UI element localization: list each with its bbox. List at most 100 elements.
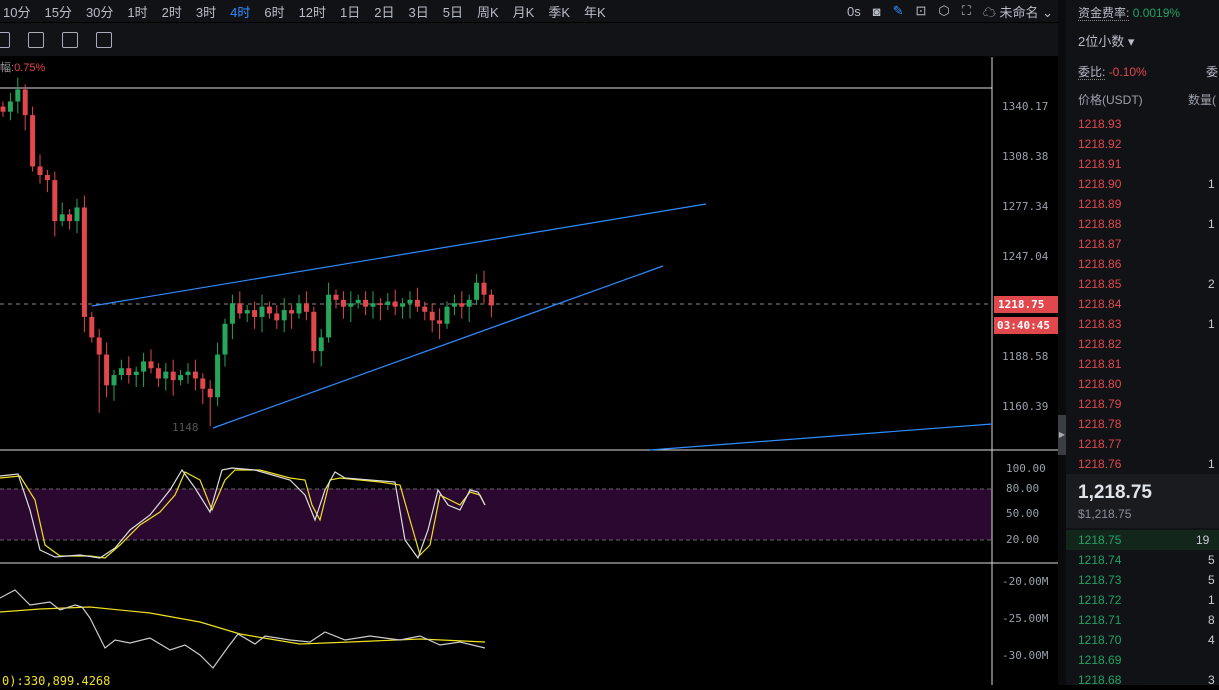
ask-row[interactable]: 1218.77 [1078, 434, 1219, 454]
ask-row[interactable]: 1218.86 [1078, 254, 1219, 274]
quantity: 1 [1208, 217, 1215, 231]
candle-down [52, 180, 58, 222]
ask-row[interactable]: 1218.83 1 [1078, 314, 1219, 334]
price: 1218.89 [1078, 197, 1122, 211]
interval-12时[interactable]: 12时 [296, 2, 326, 21]
price: 1218.86 [1078, 257, 1122, 271]
candle-down [422, 306, 428, 312]
ask-row[interactable]: 1218.84 [1078, 294, 1219, 314]
layout-name: 未命名 [999, 4, 1039, 20]
interval-4时[interactable]: 4时 [227, 2, 250, 21]
chart-area[interactable]: 幅:0.75% 1340.17 1308.38 1277.34 1247.04 1188… [0, 57, 1058, 688]
interval-3时[interactable]: 3时 [193, 2, 216, 21]
change-value: 0.75% [14, 62, 46, 74]
ask-row[interactable]: 1218.87 [1078, 234, 1219, 254]
bid-row[interactable]: 1218.70 4 [1078, 630, 1219, 650]
trash-icon[interactable] [96, 31, 112, 48]
ask-row[interactable]: 1218.80 [1078, 374, 1219, 394]
candle-up [222, 323, 228, 355]
interval-15分[interactable]: 15分 [41, 2, 71, 21]
settings-icon[interactable]: ⬡ [938, 3, 949, 19]
ask-row[interactable]: 1218.89 [1078, 194, 1219, 214]
interval-30分[interactable]: 30分 [83, 2, 113, 21]
quantity: 5 [1208, 553, 1215, 567]
ask-row[interactable]: 1218.93 [1078, 114, 1219, 134]
pencil-icon[interactable]: ✎ [893, 3, 904, 19]
bid-row[interactable]: 1218.68 3 [1078, 670, 1219, 690]
ask-row[interactable]: 1218.88 1 [1078, 214, 1219, 234]
candle-down [155, 368, 161, 379]
interval-10分[interactable]: 10分 [0, 2, 30, 21]
quantity: 1 [1208, 177, 1215, 191]
col-price: 价格(USDT) [1078, 93, 1143, 107]
interval-周K[interactable]: 周K [474, 2, 499, 21]
ask-row[interactable]: 1218.81 [1078, 354, 1219, 374]
panel-divider[interactable] [1058, 0, 1066, 685]
ask-row[interactable]: 1218.78 [1078, 414, 1219, 434]
collapse-arrow-icon[interactable]: ▶ [1058, 415, 1066, 455]
candle-down [459, 303, 465, 307]
bid-row[interactable]: 1218.71 8 [1078, 610, 1219, 630]
bid-row[interactable]: 1218.72 1 [1078, 590, 1219, 610]
candle-up [370, 303, 376, 307]
interval-2日[interactable]: 2日 [371, 2, 394, 21]
indicator-readout: 0):330,899.4268 [2, 674, 111, 688]
interval-6时[interactable]: 6时 [261, 2, 284, 21]
interval-年K[interactable]: 年K [581, 2, 606, 21]
price: 1218.69 [1078, 653, 1122, 667]
chart-svg[interactable] [0, 57, 1058, 685]
candle-up [400, 303, 406, 307]
ask-row[interactable]: 1218.91 [1078, 154, 1219, 174]
ask-row[interactable]: 1218.85 2 [1078, 274, 1219, 294]
add-panel-icon[interactable]: ⊡ [915, 3, 926, 19]
interval-季K[interactable]: 季K [545, 2, 570, 21]
cloud-layout-button[interactable]: ☁ 未命名 ⌄ [983, 2, 1053, 21]
countdown: 0s [846, 3, 861, 19]
decimal-select[interactable]: 2位小数 ▾ [1078, 32, 1219, 52]
lock-icon[interactable] [0, 31, 10, 48]
ratio-label: 委比: [1078, 65, 1106, 80]
quantity: 1 [1208, 317, 1215, 331]
interval-1日[interactable]: 1日 [337, 2, 360, 21]
interval-5日[interactable]: 5日 [440, 2, 463, 21]
candle-down [333, 294, 339, 300]
stoch-tick: 100.00 [1006, 462, 1046, 475]
bid-row[interactable]: 1218.73 5 [1078, 570, 1219, 590]
price-tick: 1308.38 [1002, 150, 1049, 163]
candle-up [326, 294, 332, 338]
price: 1218.88 [1078, 217, 1122, 231]
price: 1218.77 [1078, 437, 1122, 451]
indicator-ma-line [0, 606, 486, 645]
quantity: 8 [1208, 613, 1215, 627]
candle-up [133, 371, 139, 376]
interval-1时[interactable]: 1时 [124, 2, 147, 21]
bid-row[interactable]: 1218.69 [1078, 650, 1219, 670]
quantity: 3 [1208, 673, 1215, 687]
candle-up [348, 303, 354, 307]
ask-row[interactable]: 1218.76 1 [1078, 454, 1219, 474]
ask-row[interactable]: 1218.79 [1078, 394, 1219, 414]
candle-down [44, 174, 50, 181]
order-book: 资金费率: 0.0019% 2位小数 ▾ 委比: -0.10% 委 价格(USDT… [1066, 0, 1219, 687]
edit-note-icon[interactable] [62, 31, 78, 48]
quantity: 4 [1208, 633, 1215, 647]
ask-row[interactable]: 1218.82 [1078, 334, 1219, 354]
bid-row[interactable]: 1218.75 19 [1066, 530, 1219, 550]
ask-row[interactable]: 1218.90 1 [1078, 174, 1219, 194]
ask-row[interactable]: 1218.92 [1078, 134, 1219, 154]
candle-down [252, 310, 258, 317]
quantity: 1 [1208, 457, 1215, 471]
candle-up [59, 214, 65, 222]
quantity: 19 [1196, 533, 1210, 547]
fullscreen-icon[interactable]: ⛶ [962, 3, 971, 19]
candle-up [407, 299, 413, 304]
candle-down [170, 371, 176, 381]
interval-月K[interactable]: 月K [510, 2, 535, 21]
countdown-tag: 03:40:45 [994, 317, 1058, 334]
interval-2时[interactable]: 2时 [159, 2, 182, 21]
bid-row[interactable]: 1218.74 5 [1078, 550, 1219, 570]
bookmark-icon[interactable] [28, 31, 44, 48]
interval-3日[interactable]: 3日 [406, 2, 429, 21]
candle-down [207, 388, 213, 398]
camera-icon[interactable]: ◙ [873, 4, 881, 19]
